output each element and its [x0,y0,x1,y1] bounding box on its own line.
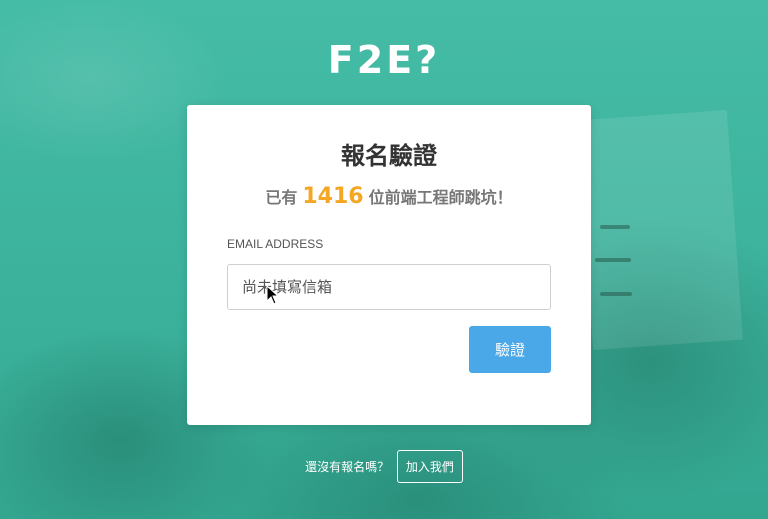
verification-card: 報名驗證 已有1416位前端工程師跳坑！ EMAIL ADDRESS 驗證 [187,105,591,425]
signup-stats: 已有 1416 位前端工程師跳坑！ [187,184,591,209]
verify-button[interactable]: 驗證 [469,326,551,373]
card-title: 報名驗證 [341,142,437,170]
logo: F2E? [327,38,441,82]
stats-prefix: 已有 [265,188,298,207]
mouse-pointer-icon [266,285,280,305]
signup-question: 還沒有報名嗎？ [305,460,390,474]
background-mark [600,292,632,296]
background-mark [595,258,631,262]
background-mark [600,225,630,229]
background-paper [577,110,743,350]
email-label: EMAIL ADDRESS [227,237,324,251]
join-button[interactable]: 加入我們 [396,450,463,483]
signup-count: 1416 [302,184,364,209]
stats-suffix: 位前端工程師跳坑！ [368,188,513,207]
footer: 還沒有報名嗎？ 加入我們 [0,450,768,483]
